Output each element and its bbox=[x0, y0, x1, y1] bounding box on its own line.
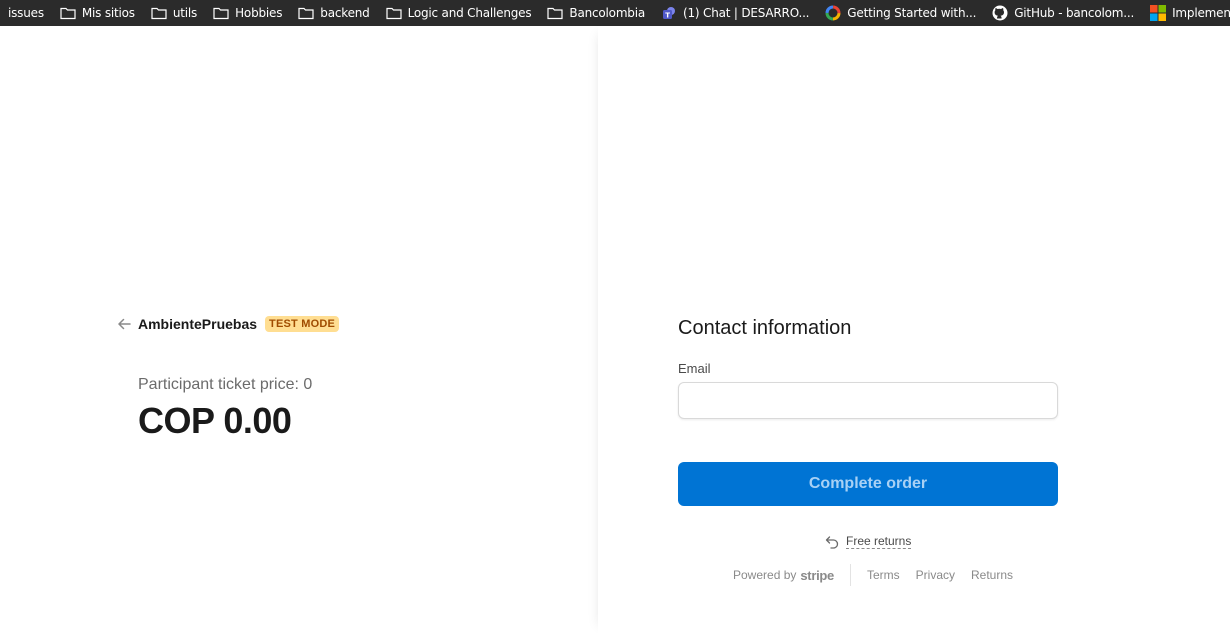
github-icon bbox=[992, 5, 1008, 21]
email-label: Email bbox=[678, 361, 711, 376]
terms-link[interactable]: Terms bbox=[867, 568, 900, 582]
bookmark-utils[interactable]: utils bbox=[151, 0, 197, 26]
bookmark-label: GitHub - bancolom... bbox=[1014, 6, 1135, 20]
complete-order-button[interactable]: Complete order bbox=[678, 462, 1058, 506]
teams-icon: T bbox=[661, 5, 677, 21]
bookmarks-bar: issues Mis sitios utils Hobbies backend … bbox=[0, 0, 1230, 26]
colorful-ring-icon bbox=[825, 5, 841, 21]
returns-link[interactable]: Returns bbox=[971, 568, 1013, 582]
order-summary-panel: AmbientePruebas TEST MODE Participant ti… bbox=[0, 26, 598, 633]
footer-divider bbox=[849, 564, 851, 586]
bookmark-issues[interactable]: issues bbox=[0, 0, 44, 26]
powered-by-stripe[interactable]: Powered by stripe bbox=[733, 568, 834, 583]
folder-icon bbox=[60, 5, 76, 21]
contact-information-title: Contact information bbox=[678, 317, 852, 339]
folder-icon bbox=[151, 5, 167, 21]
stripe-logo: stripe bbox=[800, 567, 834, 583]
folder-icon bbox=[213, 5, 229, 21]
bookmark-label: Logic and Challenges bbox=[407, 6, 532, 20]
bookmark-label: backend bbox=[320, 6, 370, 20]
folder-icon bbox=[298, 5, 314, 21]
privacy-link[interactable]: Privacy bbox=[916, 568, 955, 582]
bookmark-bancolombia[interactable]: Bancolombia bbox=[547, 0, 645, 26]
bookmark-implementacion[interactable]: Implementación - O... bbox=[1150, 0, 1230, 26]
folder-icon bbox=[385, 5, 402, 21]
email-input[interactable] bbox=[678, 382, 1058, 419]
folder-icon bbox=[547, 5, 564, 21]
bookmark-backend[interactable]: backend bbox=[298, 0, 370, 26]
bookmark-label: Implementación - O... bbox=[1172, 6, 1230, 20]
microsoft-icon bbox=[1150, 5, 1167, 21]
free-returns-label: Free returns bbox=[846, 534, 912, 549]
bookmark-getting-started[interactable]: Getting Started with... bbox=[825, 0, 976, 26]
bookmark-github[interactable]: GitHub - bancolom... bbox=[992, 0, 1134, 26]
folder-icon bbox=[0, 5, 4, 21]
free-returns-link[interactable]: Free returns bbox=[824, 534, 912, 550]
bookmark-label: utils bbox=[172, 6, 198, 20]
checkout-footer: Powered by stripe Terms Privacy Returns bbox=[733, 564, 1029, 586]
bookmark-hobbies[interactable]: Hobbies bbox=[213, 0, 282, 26]
bookmark-label: (1) Chat | DESARRO... bbox=[683, 6, 810, 20]
merchant-name[interactable]: AmbientePruebas bbox=[138, 316, 257, 332]
bookmark-logic-and-challenges[interactable]: Logic and Challenges bbox=[385, 0, 532, 26]
bookmark-label: Bancolombia bbox=[569, 6, 646, 20]
bookmark-label: issues bbox=[8, 6, 44, 20]
checkout-panel: Contact information Email Complete order… bbox=[598, 26, 1230, 633]
test-mode-badge: TEST MODE bbox=[265, 316, 340, 332]
merchant-header: AmbientePruebas TEST MODE bbox=[116, 316, 340, 332]
product-price: COP 0.00 bbox=[138, 400, 292, 441]
back-arrow-icon[interactable] bbox=[116, 316, 132, 332]
return-arrow-icon bbox=[824, 534, 840, 550]
svg-text:T: T bbox=[665, 12, 670, 20]
bookmark-label: Mis sitios bbox=[81, 6, 135, 20]
bookmark-teams-chat[interactable]: T (1) Chat | DESARRO... bbox=[661, 0, 809, 26]
product-name: Participant ticket price: 0 bbox=[138, 376, 313, 393]
bookmark-mis-sitios[interactable]: Mis sitios bbox=[60, 0, 135, 26]
powered-by-label: Powered by bbox=[733, 568, 797, 582]
bookmark-label: Getting Started with... bbox=[847, 6, 977, 20]
bookmark-label: Hobbies bbox=[235, 6, 283, 20]
